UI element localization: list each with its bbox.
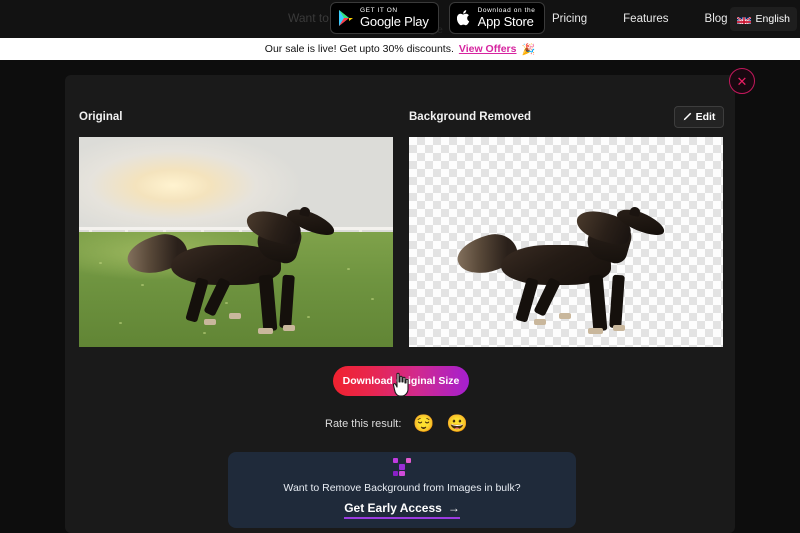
- background-removed-image: [409, 137, 723, 347]
- app-page: Want to R Get it on Google GET IT ON Goo…: [0, 0, 800, 533]
- close-modal-button[interactable]: ✕: [729, 68, 755, 94]
- download-original-size-button[interactable]: Download Original Size: [333, 366, 469, 396]
- view-offers-link[interactable]: View Offers: [459, 43, 517, 55]
- bulk-app-logo-icon: [393, 458, 411, 476]
- rate-negative-emoji-button[interactable]: 😌: [413, 415, 434, 432]
- bulk-promo-question: Want to Remove Background from Images in…: [283, 482, 521, 494]
- google-play-label: Google Play: [360, 13, 429, 29]
- store-badges: GET IT ON Google Play Download on the Ap…: [330, 2, 546, 34]
- app-store-label: App Store: [477, 13, 534, 29]
- edit-button[interactable]: Edit: [674, 106, 724, 128]
- google-play-badge[interactable]: GET IT ON Google Play: [330, 2, 439, 34]
- download-button-label: Download Original Size: [342, 375, 460, 387]
- rate-result-label: Rate this result:: [325, 417, 402, 430]
- original-image-label: Original: [79, 111, 123, 123]
- arrow-right-icon: →: [447, 501, 460, 515]
- party-popper-icon: 🎉: [521, 43, 536, 56]
- app-store-badge[interactable]: Download on the App Store: [448, 2, 546, 34]
- get-early-access-label: Get Early Access: [344, 501, 442, 515]
- original-photo-scene: [79, 137, 393, 347]
- get-early-access-link[interactable]: Get Early Access →: [344, 501, 460, 519]
- uk-flag-icon: [736, 14, 751, 24]
- horse-subject: [107, 189, 355, 337]
- nav-link-features[interactable]: Features: [623, 13, 668, 25]
- original-image: [79, 137, 393, 347]
- nav-links: Pricing Features Blog: [552, 0, 728, 38]
- rate-positive-emoji-button[interactable]: 😀: [447, 415, 468, 432]
- google-play-icon: [338, 9, 354, 27]
- rate-result-row: Rate this result: 😌 😀: [325, 415, 468, 432]
- horse-cutout: [437, 189, 685, 337]
- nav-link-blog[interactable]: Blog: [705, 13, 728, 25]
- edit-button-label: Edit: [695, 111, 716, 123]
- sale-banner: Our sale is live! Get upto 30% discounts…: [0, 38, 800, 60]
- bulk-promo-card: Want to Remove Background from Images in…: [228, 452, 576, 528]
- background-removed-label: Background Removed: [409, 111, 532, 123]
- sale-banner-text: Our sale is live! Get upto 30% discounts…: [264, 43, 454, 55]
- language-selector[interactable]: English: [729, 7, 797, 31]
- top-navigation-bar: Want to R Get it on Google GET IT ON Goo…: [0, 0, 800, 38]
- pencil-icon: [683, 108, 692, 126]
- language-label: English: [755, 13, 790, 25]
- apple-icon: [456, 9, 472, 27]
- close-icon: ✕: [736, 73, 748, 89]
- nav-link-pricing[interactable]: Pricing: [552, 13, 587, 25]
